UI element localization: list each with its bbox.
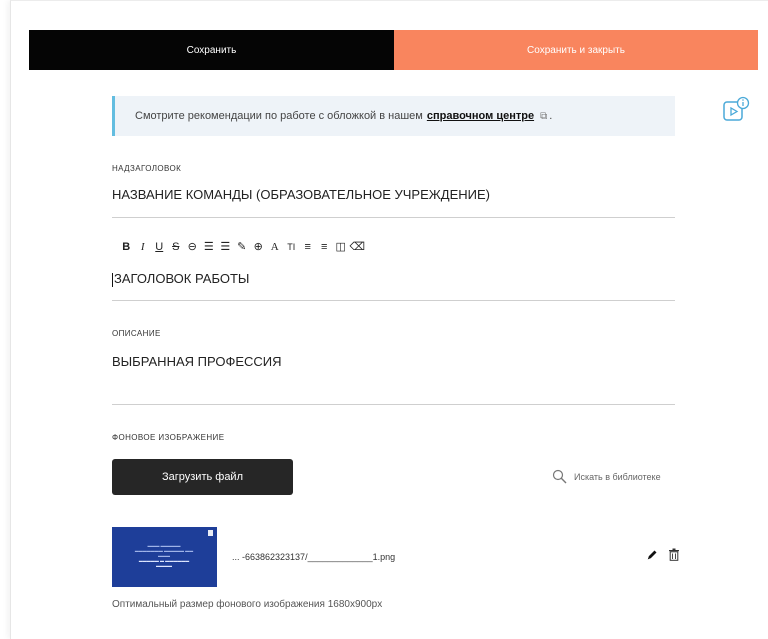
info-text: Смотрите рекомендации по работе с обложк…	[135, 110, 423, 122]
save-button[interactable]: Сохранить	[29, 30, 394, 70]
library-search-link[interactable]: Искать в библиотеке	[552, 469, 661, 485]
edit-pencil-icon[interactable]	[646, 549, 658, 561]
description-divider	[112, 404, 675, 405]
external-link-icon[interactable]: ⧉	[540, 111, 547, 122]
library-search-label: Искать в библиотеке	[574, 472, 661, 482]
overtitle-divider	[112, 217, 675, 218]
align-icon[interactable]: ≡	[316, 241, 333, 253]
video-help-icon[interactable]	[722, 96, 750, 122]
ordered-list-icon[interactable]: ☰	[201, 240, 218, 253]
line-height-icon[interactable]: ≡	[300, 241, 317, 253]
link-icon[interactable]: ⊖	[184, 240, 201, 253]
pen-icon[interactable]: ✎	[234, 240, 251, 253]
clear-format-icon[interactable]: ⌫	[349, 240, 366, 253]
bullet-list-icon[interactable]: ☰	[217, 240, 234, 253]
rich-text-toolbar: B I U S ⊖ ☰ ☰ ✎ ⊕ A TI ≡ ≡ ◫ ⌫	[118, 240, 366, 254]
title-input[interactable]: ЗАГОЛОВОК РАБОТЫ	[114, 271, 249, 286]
italic-icon[interactable]: I	[135, 241, 152, 253]
bold-icon[interactable]: B	[118, 241, 135, 253]
overtitle-input[interactable]: НАЗВАНИЕ КОМАНДЫ (ОБРАЗОВАТЕЛЬНОЕ УЧРЕЖД…	[112, 187, 490, 202]
strikethrough-icon[interactable]: S	[168, 241, 185, 253]
background-thumbnail[interactable]: ▬▬▬ ▬▬▬▬▬ ▬▬▬▬▬▬▬ ▬▬▬▬▬ ▬▬ ▬▬▬ ▬▬▬▬▬ ▬ ▬▬▬▬…	[112, 527, 217, 587]
trash-icon[interactable]	[668, 548, 680, 561]
overtitle-label: НАДЗАГОЛОВОК	[112, 164, 182, 173]
description-input[interactable]: ВЫБРАННАЯ ПРОФЕССИЯ	[112, 354, 282, 369]
help-center-link[interactable]: справочном центре	[427, 110, 534, 122]
font-icon[interactable]: A	[267, 241, 284, 253]
circle-mark-icon[interactable]: ⊕	[250, 240, 267, 253]
text-cursor	[112, 272, 113, 287]
underline-icon[interactable]: U	[151, 241, 168, 253]
file-actions	[646, 548, 680, 561]
search-icon	[552, 469, 567, 484]
text-size-icon[interactable]: TI	[283, 242, 300, 252]
thumbnail-marker	[208, 530, 213, 536]
info-banner: Смотрите рекомендации по работе с обложк…	[112, 96, 675, 136]
file-name: ... -663862323137/_____________1.png	[232, 552, 396, 562]
thumbnail-preview-text: ▬▬▬ ▬▬▬▬▬ ▬▬▬▬▬▬▬ ▬▬▬▬▬ ▬▬ ▬▬▬ ▬▬▬▬▬ ▬ ▬▬▬▬…	[134, 543, 194, 568]
background-label: ФОНОВОЕ ИЗОБРАЖЕНИЕ	[112, 433, 225, 442]
book-icon[interactable]: ◫	[333, 240, 350, 253]
save-and-close-button[interactable]: Сохранить и закрыть	[394, 30, 758, 70]
top-toolbar: Сохранить Сохранить и закрыть	[29, 30, 758, 70]
description-label: ОПИСАНИЕ	[112, 329, 161, 338]
title-divider	[112, 300, 675, 301]
info-suffix: .	[549, 110, 553, 122]
background-size-hint: Оптимальный размер фонового изображения …	[112, 599, 383, 610]
upload-file-button[interactable]: Загрузить файл	[112, 459, 293, 495]
title-field[interactable]: ЗАГОЛОВОК РАБОТЫ	[112, 271, 249, 287]
